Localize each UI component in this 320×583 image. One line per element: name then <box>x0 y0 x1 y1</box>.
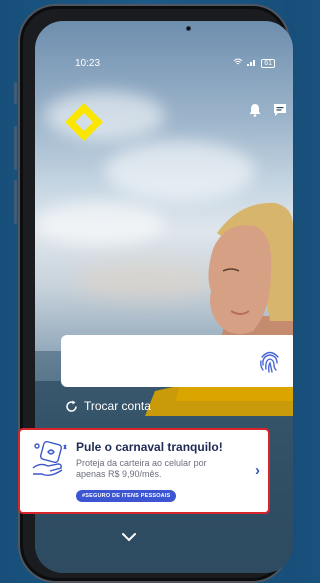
message-icon[interactable] <box>273 103 287 122</box>
battery-indicator: 61 <box>261 58 275 68</box>
promo-description: Proteja da carteira ao celular por apena… <box>76 458 207 479</box>
promo-banner[interactable]: Pule o carnaval tranquilo! Proteja da ca… <box>18 428 270 514</box>
switch-account-button[interactable]: Trocar conta <box>65 399 151 413</box>
phone-side-button-low <box>14 180 17 224</box>
header-actions <box>249 103 287 122</box>
promo-tag-badge[interactable]: #SEGURO DE ITENS PESSOAIS <box>76 490 177 502</box>
insurance-illustration-icon <box>32 440 67 477</box>
wifi-icon <box>233 58 243 68</box>
bell-icon[interactable] <box>249 103 261 122</box>
signal-icon <box>247 58 257 68</box>
fingerprint-icon[interactable] <box>257 348 283 374</box>
refresh-icon <box>66 400 77 412</box>
promo-title: Pule o carnaval tranquilo! <box>76 440 223 454</box>
phone-side-button-mid <box>14 126 17 170</box>
status-bar: 10:23 61 <box>35 55 293 71</box>
chevron-right-icon[interactable]: › <box>255 462 260 479</box>
status-time: 10:23 <box>75 57 101 69</box>
switch-account-label: Trocar conta <box>84 399 151 413</box>
chevron-down-icon[interactable] <box>121 532 137 542</box>
front-camera <box>186 26 191 31</box>
password-field[interactable] <box>61 335 293 387</box>
phone-side-button-top <box>14 82 17 104</box>
banco-do-brasil-logo <box>65 103 103 141</box>
status-icons: 61 <box>233 58 275 68</box>
